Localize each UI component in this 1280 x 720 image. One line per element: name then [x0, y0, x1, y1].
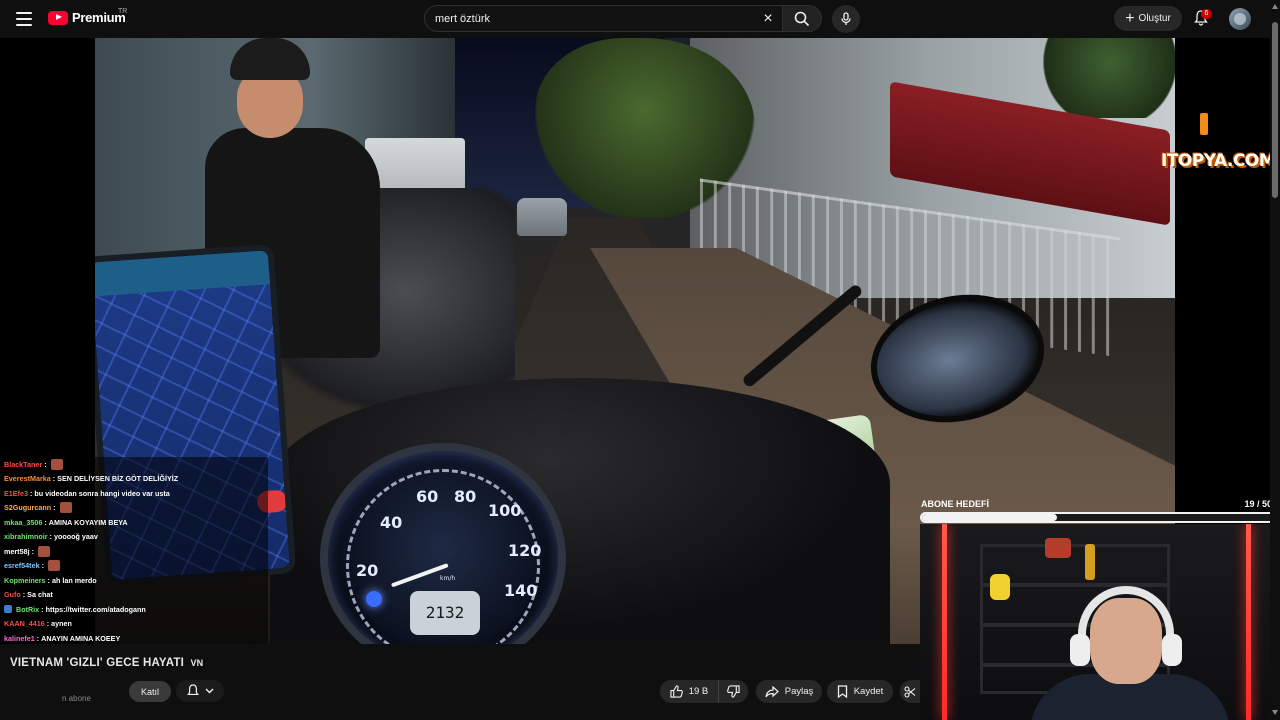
- speed-40: 40: [380, 513, 403, 532]
- microphone-icon: [841, 12, 851, 25]
- chat-message: BotRix: https://twitter.com/atadogann: [0, 602, 268, 617]
- share-label: Paylaş: [784, 686, 814, 697]
- speed-80: 80: [454, 487, 477, 506]
- chat-text: Sa chat: [27, 590, 53, 600]
- chat-username: mkaa_3506: [4, 517, 43, 527]
- chat-message: S2Gugurcann:: [0, 501, 268, 516]
- speed-60: 60: [416, 487, 439, 506]
- thumbs-down-icon: [727, 685, 740, 698]
- odometer: 2132: [410, 591, 480, 635]
- search-button[interactable]: [782, 5, 822, 32]
- chat-message: E1Efe3: bu videodan sonra hangi video var…: [4, 488, 170, 498]
- chat-message: KAAN_4416: aynen: [4, 619, 72, 629]
- chat-username: esref54tek: [4, 561, 40, 571]
- chat-message: xibrahimnoir: yooooğ yaav: [4, 532, 98, 542]
- chat-username: mert58j: [4, 546, 30, 556]
- voice-search-button[interactable]: [832, 5, 860, 33]
- speed-unit: km/h: [440, 575, 456, 582]
- chat-text: ANAYIN AMINA KOEEY: [41, 633, 121, 643]
- chat-message: BlackTaner:: [0, 457, 268, 472]
- youtube-watch-page: Premium TR mert öztürk × + Oluştur 6 20 …: [0, 0, 1280, 720]
- goal-count: 19 / 50: [1244, 499, 1272, 509]
- chat-message: mkaa_3506: AMINA KOYAYIM BEYA: [4, 517, 128, 527]
- top-bar: Premium TR mert öztürk × + Oluştur 6: [0, 0, 1280, 38]
- chat-username: Kopmeiners: [4, 575, 46, 585]
- emote-icon: [50, 458, 63, 470]
- streamer-webcam: [920, 524, 1280, 720]
- scissors-icon: [904, 685, 916, 698]
- chat-text: SEN DELİYSEN BİZ GÖT DELİĞİYİZ: [57, 474, 179, 484]
- dislike-button[interactable]: [718, 680, 748, 703]
- emote-icon: [37, 545, 50, 557]
- thumbs-up-icon: [670, 685, 683, 698]
- chat-message: Kopmeiners: ah lan merdo: [4, 575, 97, 585]
- save-button[interactable]: Kaydet: [827, 680, 893, 703]
- search-icon: [794, 11, 810, 26]
- chat-message: esref54tek:: [0, 559, 268, 574]
- sponsor-watermark: ITOPYA.COM: [1161, 151, 1270, 171]
- account-avatar[interactable]: [1229, 8, 1251, 30]
- bot-badge-icon: [4, 605, 12, 614]
- chat-username: BlackTaner: [4, 459, 43, 469]
- scroll-up-icon[interactable]: [1272, 4, 1278, 9]
- youtube-play-icon: [48, 10, 68, 25]
- subscription-notification-button[interactable]: [176, 680, 224, 702]
- notification-badge: 6: [1201, 9, 1212, 19]
- save-label: Kaydet: [853, 686, 884, 697]
- chat-text: AMINA KOYAYIM BEYA: [48, 517, 128, 527]
- create-label: Oluştur: [1138, 13, 1171, 24]
- goal-title: ABONE HEDEFİ: [921, 499, 990, 509]
- like-button[interactable]: 19 B: [660, 680, 718, 703]
- chat-username: KAAN_4416: [4, 619, 45, 629]
- share-icon: [765, 685, 779, 697]
- scroll-down-icon[interactable]: [1272, 710, 1278, 715]
- emote-icon: [59, 502, 72, 514]
- chat-username: Gufo: [4, 590, 21, 600]
- menu-icon[interactable]: [14, 9, 34, 29]
- chat-username: E1Efe3: [4, 488, 28, 498]
- chat-text: https://twitter.com/atadogann: [45, 604, 146, 614]
- chat-text: ah lan merdo: [51, 575, 97, 585]
- bookmark-icon: [837, 685, 847, 698]
- search-query[interactable]: mert öztürk: [435, 13, 785, 25]
- chat-username: S2Gugurcann: [4, 503, 52, 513]
- bell-icon: [186, 684, 199, 696]
- like-count: 19 B: [688, 686, 709, 697]
- search-input[interactable]: mert öztürk ×: [424, 5, 786, 32]
- goal-progress-bar: [920, 512, 1278, 523]
- chat-username: kalinefe1: [4, 633, 35, 643]
- speed-140: 140: [504, 581, 538, 600]
- share-button[interactable]: Paylaş: [756, 680, 822, 703]
- speed-20: 20: [356, 561, 379, 580]
- goal-progress-fill: [922, 514, 1057, 521]
- clip-button[interactable]: [900, 680, 920, 703]
- create-button[interactable]: + Oluştur: [1114, 6, 1182, 31]
- chevron-down-icon: [205, 688, 213, 694]
- chat-username: xibrahimnoir: [4, 532, 48, 542]
- chat-message: EverestMarka: SEN DELİYSEN BİZ GÖT DELİĞİ…: [4, 474, 179, 484]
- chat-text: bu videodan sonra hangi video var usta: [34, 488, 170, 498]
- subscriber-count: n abone: [62, 694, 91, 703]
- watermark-logo-mark: [1200, 113, 1208, 135]
- chat-username: BotRix: [16, 604, 40, 614]
- plus-icon: +: [1125, 9, 1135, 27]
- video-title: VIETNAM 'GIZLI' GECE HAYATI VN: [10, 657, 204, 669]
- chat-message: Gufo: Sa chat: [4, 590, 53, 600]
- logo-region: TR: [118, 8, 128, 15]
- speed-100: 100: [488, 501, 522, 520]
- speed-120: 120: [508, 541, 542, 560]
- subscriber-goal: ABONE HEDEFİ 19 / 50: [918, 497, 1280, 525]
- clear-search-icon[interactable]: ×: [760, 11, 776, 27]
- youtube-logo[interactable]: Premium TR: [48, 8, 128, 25]
- join-button[interactable]: Katıl: [129, 681, 171, 702]
- scrollbar-thumb[interactable]: [1272, 22, 1278, 198]
- chat-text: yooooğ yaav: [53, 532, 98, 542]
- chat-message: mert58j:: [0, 544, 268, 559]
- page-scrollbar[interactable]: [1270, 0, 1280, 720]
- chat-text: aynen: [51, 619, 72, 629]
- emote-icon: [47, 560, 60, 572]
- chat-username: EverestMarka: [4, 474, 51, 484]
